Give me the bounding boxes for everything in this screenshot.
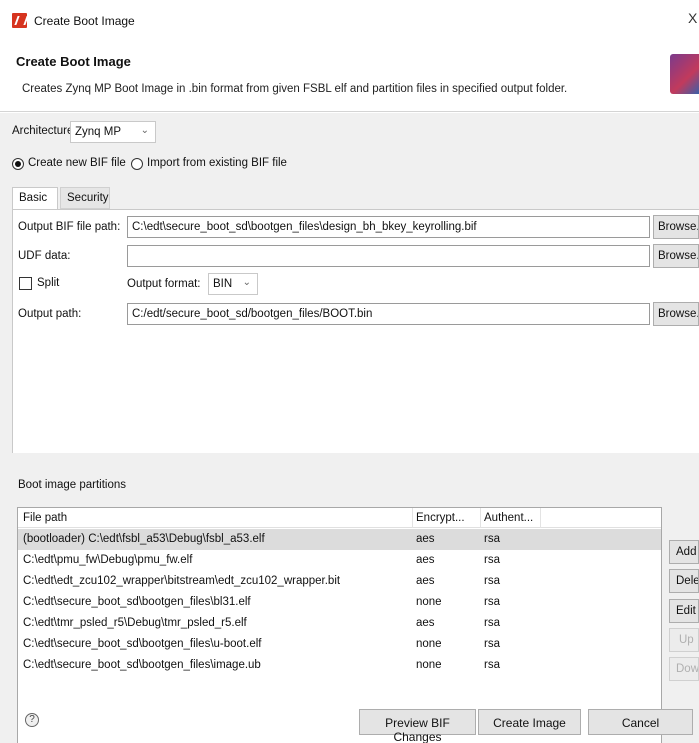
cell-file-path: C:\edt\pmu_fw\Debug\pmu_fw.elf	[23, 554, 193, 566]
chevron-down-icon: ⌄	[242, 277, 251, 288]
cell-encrypt: aes	[416, 554, 435, 566]
table-row[interactable]: C:\edt\secure_boot_sd\bootgen_files\u-bo…	[18, 634, 661, 655]
col-file-path[interactable]: File path	[23, 512, 67, 524]
cell-file-path: C:\edt\secure_boot_sd\bootgen_files\imag…	[23, 659, 261, 671]
tab-basic[interactable]: Basic	[12, 187, 58, 209]
architecture-label: Architecture:	[12, 125, 77, 137]
column-divider	[412, 508, 413, 528]
create-bif-label: Create new BIF file	[28, 157, 126, 169]
table-header: File path Encrypt... Authent...	[18, 508, 661, 528]
architecture-select[interactable]: Zynq MP ⌄	[70, 121, 156, 143]
browse-bif-button[interactable]: Browse...	[653, 215, 699, 239]
split-checkbox[interactable]	[19, 277, 32, 290]
output-format-label: Output format:	[127, 278, 201, 290]
cell-file-path: (bootloader) C:\edt\fsbl_a53\Debug\fsbl_…	[23, 533, 265, 545]
col-encrypt[interactable]: Encrypt...	[416, 512, 465, 524]
cell-file-path: C:\edt\edt_zcu102_wrapper\bitstream\edt_…	[23, 575, 341, 587]
cancel-button[interactable]: Cancel	[588, 709, 693, 735]
browse-output-button[interactable]: Browse...	[653, 302, 699, 326]
import-bif-label: Import from existing BIF file	[147, 157, 287, 169]
split-label: Split	[37, 277, 60, 289]
output-bif-label: Output BIF file path:	[18, 221, 121, 233]
table-row[interactable]: C:\edt\pmu_fw\Debug\pmu_fw.elf aes rsa	[18, 550, 661, 571]
delete-button[interactable]: Delete	[669, 569, 699, 593]
table-row[interactable]: (bootloader) C:\edt\fsbl_a53\Debug\fsbl_…	[18, 529, 661, 550]
table-row[interactable]: C:\edt\secure_boot_sd\bootgen_files\imag…	[18, 655, 661, 676]
output-format-select[interactable]: BIN ⌄	[208, 273, 258, 295]
xilinx-logo-icon	[12, 13, 27, 28]
table-row[interactable]: C:\edt\secure_boot_sd\bootgen_files\bl31…	[18, 592, 661, 613]
cell-encrypt: aes	[416, 575, 435, 587]
dialog-title: Create Boot Image	[16, 54, 131, 69]
output-path-label: Output path:	[18, 308, 82, 320]
cell-authent: rsa	[484, 617, 500, 629]
cell-authent: rsa	[484, 638, 500, 650]
create-image-button[interactable]: Create Image	[478, 709, 581, 735]
cell-authent: rsa	[484, 659, 500, 671]
partitions-table: File path Encrypt... Authent... (bootloa…	[17, 507, 662, 743]
cell-authent: rsa	[484, 533, 500, 545]
tab-security[interactable]: Security	[60, 187, 110, 209]
col-authent[interactable]: Authent...	[484, 512, 533, 524]
edit-button[interactable]: Edit	[669, 599, 699, 623]
output-format-value: BIN	[213, 278, 233, 290]
wizard-banner-icon	[670, 54, 699, 94]
cell-encrypt: aes	[416, 533, 435, 545]
cell-authent: rsa	[484, 575, 500, 587]
down-button[interactable]: Down	[669, 657, 699, 681]
output-path-field[interactable]: C:/edt/secure_boot_sd/bootgen_files/BOOT…	[127, 303, 650, 325]
chevron-down-icon: ⌄	[140, 125, 149, 136]
column-divider	[480, 508, 481, 528]
close-button[interactable]: X	[688, 10, 697, 26]
cell-file-path: C:\edt\secure_boot_sd\bootgen_files\u-bo…	[23, 638, 262, 650]
dialog-description: Creates Zynq MP Boot Image in .bin forma…	[22, 83, 568, 95]
add-button[interactable]: Add	[669, 540, 699, 564]
cell-encrypt: none	[416, 596, 442, 608]
udf-label: UDF data:	[18, 250, 71, 262]
cell-encrypt: aes	[416, 617, 435, 629]
cell-encrypt: none	[416, 638, 442, 650]
create-bif-radio[interactable]	[12, 158, 24, 170]
dialog-header: Create Boot Image Creates Zynq MP Boot I…	[0, 40, 699, 112]
cell-authent: rsa	[484, 596, 500, 608]
cell-authent: rsa	[484, 554, 500, 566]
dialog-content: Architecture: Zynq MP ⌄ Create new BIF f…	[0, 113, 699, 743]
table-row[interactable]: C:\edt\tmr_psled_r5\Debug\tmr_psled_r5.e…	[18, 613, 661, 634]
cell-file-path: C:\edt\secure_boot_sd\bootgen_files\bl31…	[23, 596, 251, 608]
udf-field[interactable]	[127, 245, 650, 267]
cell-encrypt: none	[416, 659, 442, 671]
help-icon[interactable]: ?	[25, 713, 39, 727]
preview-bif-button[interactable]: Preview BIF Changes	[359, 709, 476, 743]
column-divider	[540, 508, 541, 528]
title-bar: Create Boot Image X	[0, 0, 699, 40]
up-button[interactable]: Up	[669, 628, 699, 652]
output-bif-field[interactable]: C:\edt\secure_boot_sd\bootgen_files\desi…	[127, 216, 650, 238]
architecture-value: Zynq MP	[75, 126, 122, 138]
import-bif-radio[interactable]	[131, 158, 143, 170]
window-title: Create Boot Image	[34, 14, 135, 28]
browse-udf-button[interactable]: Browse...	[653, 244, 699, 268]
cell-file-path: C:\edt\tmr_psled_r5\Debug\tmr_psled_r5.e…	[23, 617, 247, 629]
table-row[interactable]: C:\edt\edt_zcu102_wrapper\bitstream\edt_…	[18, 571, 661, 592]
partitions-group-label: Boot image partitions	[18, 479, 127, 491]
